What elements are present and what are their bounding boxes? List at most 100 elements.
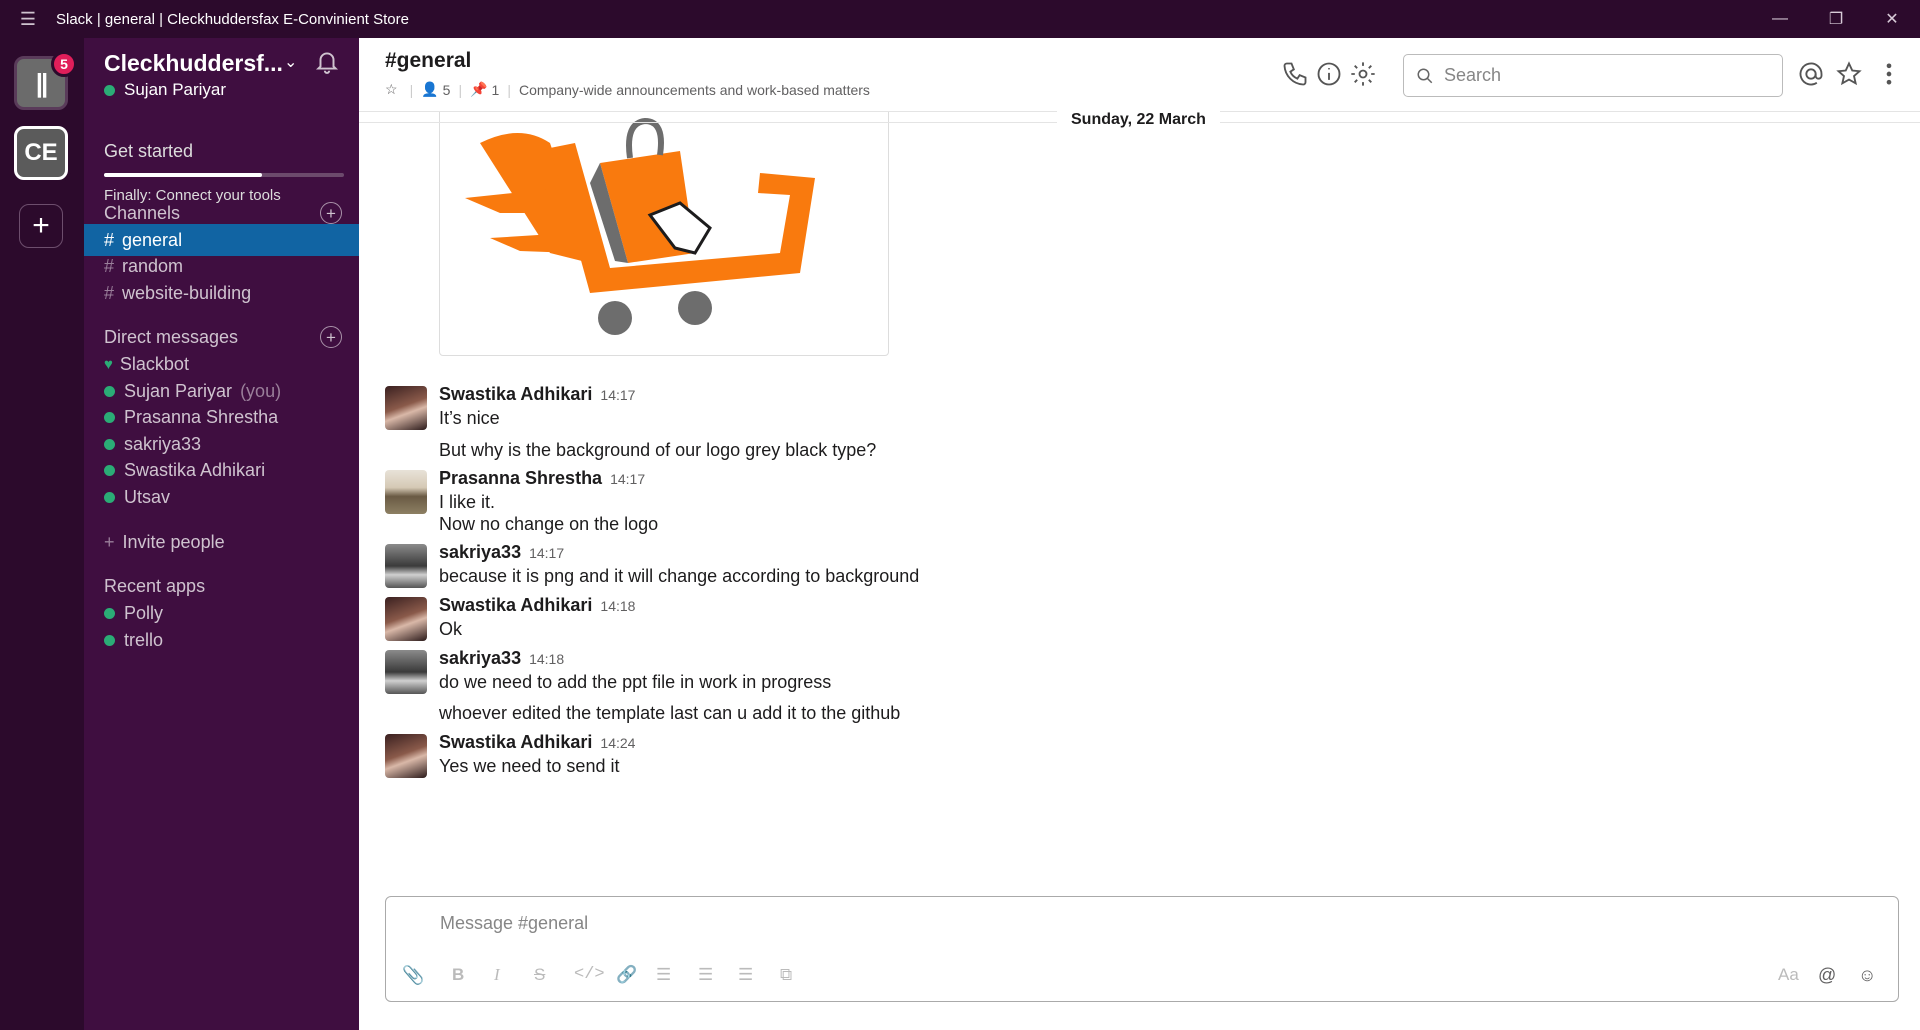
avatar[interactable] bbox=[385, 734, 427, 778]
you-label: (you) bbox=[240, 380, 282, 401]
member-count[interactable]: 5 bbox=[443, 82, 451, 98]
pin-count[interactable]: 1 bbox=[492, 82, 500, 98]
date-divider-label[interactable]: Sunday, 22 March bbox=[1057, 111, 1220, 129]
avatar[interactable] bbox=[385, 386, 427, 430]
team-name[interactable]: Cleckhuddersf... bbox=[104, 50, 283, 77]
separator: | bbox=[458, 81, 463, 98]
dm-heading[interactable]: Direct messages bbox=[104, 327, 238, 348]
presence-dot bbox=[104, 438, 115, 450]
mentions-icon[interactable] bbox=[1797, 60, 1825, 88]
plus-icon: + bbox=[104, 531, 115, 552]
italic-icon[interactable]: I bbox=[494, 965, 500, 985]
search-input[interactable]: Search bbox=[1403, 54, 1783, 97]
dm-utsav[interactable]: Utsav bbox=[84, 481, 359, 513]
info-icon[interactable] bbox=[1315, 60, 1343, 88]
message-time[interactable]: 14:17 bbox=[600, 387, 635, 403]
message-text: do we need to add the ppt file in work i… bbox=[439, 672, 832, 692]
members-icon[interactable]: 👤 bbox=[421, 81, 438, 98]
link-icon[interactable]: 🔗 bbox=[616, 965, 637, 985]
workspace-button-1[interactable]: || 5 bbox=[14, 51, 77, 110]
invite-people[interactable]: + Invite people bbox=[84, 526, 359, 558]
add-workspace-button[interactable]: + bbox=[19, 204, 63, 248]
hash-icon: # bbox=[104, 255, 115, 276]
author-name: Swastika Adhikari bbox=[439, 384, 593, 404]
current-user-name: Sujan Pariyar bbox=[124, 80, 227, 99]
more-icon[interactable] bbox=[1881, 60, 1897, 88]
close-icon[interactable]: ✕ bbox=[1864, 9, 1920, 29]
avatar[interactable] bbox=[385, 650, 427, 694]
pin-icon[interactable]: 📌 bbox=[470, 81, 487, 98]
message-composer[interactable]: Message #general 📎 B I S </> 🔗 ☰ ☰ ☰ ⧉ A… bbox=[385, 896, 1899, 1002]
bulleted-list-icon[interactable]: ☰ bbox=[698, 965, 713, 985]
workspace-rail: || 5 CE + bbox=[0, 38, 84, 1030]
window-title: Slack | general | Cleckhuddersfax E-Conv… bbox=[56, 10, 409, 28]
get-started-title[interactable]: Get started bbox=[104, 141, 193, 162]
restore-icon[interactable]: ❐ bbox=[1808, 9, 1864, 29]
message-author[interactable]: Prasanna Shrestha 14:17 bbox=[439, 468, 645, 489]
channel-website-building[interactable]: # website-building bbox=[84, 277, 359, 309]
image-attachment[interactable] bbox=[439, 112, 889, 356]
message-author[interactable]: sakriya33 14:18 bbox=[439, 648, 564, 669]
message-author[interactable]: sakriya33 14:17 bbox=[439, 542, 564, 563]
channel-meta: ☆ | 👤 5 | 📌 1 | Company-wide announcemen… bbox=[385, 81, 870, 98]
ordered-list-icon[interactable]: ☰ bbox=[656, 965, 671, 985]
starred-icon[interactable] bbox=[1835, 60, 1863, 88]
avatar[interactable] bbox=[385, 597, 427, 641]
message-author[interactable]: Swastika Adhikari 14:18 bbox=[439, 595, 635, 616]
channels-heading[interactable]: Channels bbox=[104, 203, 180, 224]
channel-topic[interactable]: Company-wide announcements and work-base… bbox=[519, 82, 870, 98]
presence-dot bbox=[104, 411, 115, 423]
mention-button[interactable]: @ bbox=[1818, 965, 1836, 986]
emoji-icon[interactable]: ☺ bbox=[1858, 965, 1876, 986]
window-titlebar: ☰ Slack | general | Cleckhuddersfax E-Co… bbox=[0, 0, 1920, 38]
message-text: I like it. bbox=[439, 492, 496, 512]
add-channel-icon[interactable]: + bbox=[320, 202, 342, 224]
message-time[interactable]: 14:17 bbox=[610, 471, 645, 487]
blockquote-icon[interactable]: ☰ bbox=[738, 965, 753, 985]
message-text: Now no change on the logo bbox=[439, 514, 659, 534]
hash-icon: # bbox=[104, 229, 115, 250]
message-text: whoever edited the template last can u a… bbox=[439, 703, 901, 723]
message-time[interactable]: 14:18 bbox=[529, 651, 564, 667]
dm-label: sakriya33 bbox=[124, 433, 202, 454]
avatar[interactable] bbox=[385, 470, 427, 514]
star-icon[interactable]: ☆ bbox=[385, 81, 398, 98]
unread-badge: 5 bbox=[51, 51, 77, 77]
strikethrough-icon[interactable]: S bbox=[534, 965, 545, 985]
bell-icon[interactable] bbox=[314, 48, 340, 74]
presence-dot bbox=[104, 385, 115, 397]
message-time[interactable]: 14:24 bbox=[600, 735, 635, 751]
code-block-icon[interactable]: ⧉ bbox=[780, 965, 792, 985]
presence-dot bbox=[104, 491, 115, 503]
app-trello[interactable]: trello bbox=[84, 624, 359, 656]
presence-dot bbox=[104, 464, 115, 476]
code-icon[interactable]: </> bbox=[574, 965, 605, 984]
hamburger-icon[interactable]: ☰ bbox=[0, 9, 56, 30]
message-author[interactable]: Swastika Adhikari 14:24 bbox=[439, 732, 635, 753]
channel-label: random bbox=[122, 255, 184, 276]
search-icon bbox=[1417, 68, 1433, 83]
workspace-button-ce[interactable]: CE bbox=[14, 126, 68, 180]
channel-title[interactable]: #general bbox=[385, 49, 471, 73]
chevron-down-icon[interactable]: ⌄ bbox=[284, 52, 297, 72]
dm-label: Slackbot bbox=[119, 353, 189, 374]
message-time[interactable]: 14:17 bbox=[529, 545, 564, 561]
gear-icon[interactable] bbox=[1349, 60, 1377, 88]
add-dm-icon[interactable]: + bbox=[320, 326, 342, 348]
get-started-progress bbox=[104, 173, 344, 177]
phone-icon[interactable] bbox=[1281, 60, 1309, 88]
presence-dot bbox=[104, 634, 115, 646]
sidebar: Cleckhuddersf... ⌄ Sujan Pariyar Get sta… bbox=[84, 38, 359, 1030]
message-time[interactable]: 14:18 bbox=[600, 598, 635, 614]
recent-apps-heading[interactable]: Recent apps bbox=[104, 576, 205, 597]
text-format-toggle[interactable]: Aa bbox=[1778, 965, 1799, 985]
cart-logo-image bbox=[465, 117, 815, 335]
current-user[interactable]: Sujan Pariyar bbox=[104, 80, 226, 100]
message-author[interactable]: Swastika Adhikari 14:17 bbox=[439, 384, 635, 405]
get-started-subtitle[interactable]: Finally: Connect your tools bbox=[104, 187, 281, 204]
bold-icon[interactable]: B bbox=[452, 965, 464, 985]
attach-icon[interactable]: 📎 bbox=[402, 965, 424, 986]
minimize-icon[interactable]: — bbox=[1752, 10, 1808, 28]
avatar[interactable] bbox=[385, 544, 427, 588]
dm-label: Prasanna Shrestha bbox=[124, 406, 279, 427]
